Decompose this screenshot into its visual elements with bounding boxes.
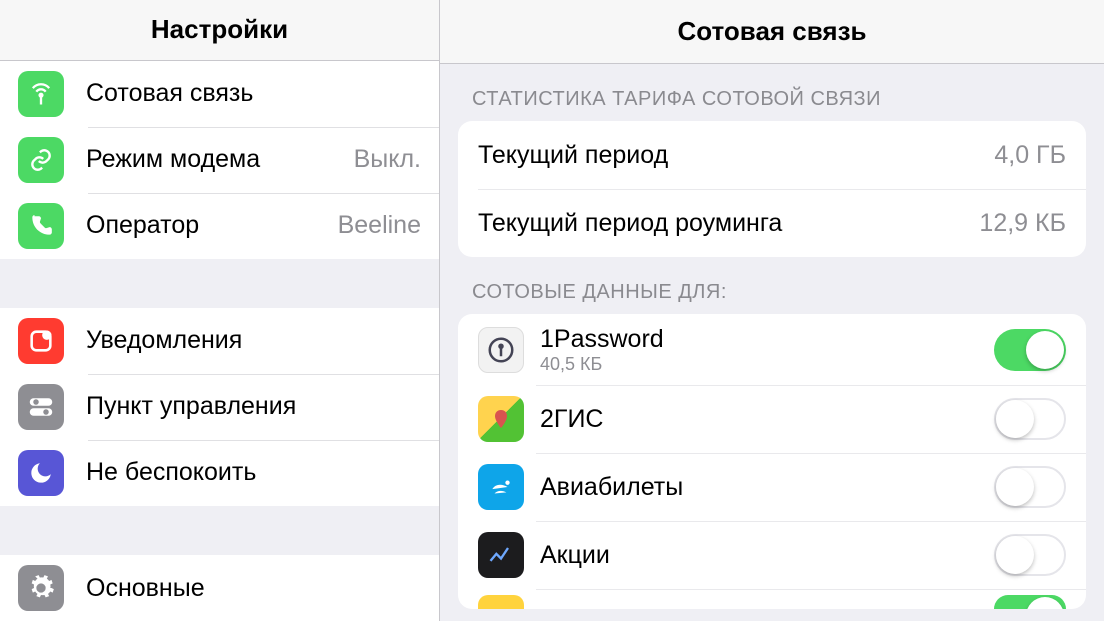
sidebar-item-label: Основные [86,574,421,603]
sidebar-group-network: Сотовая связь Режим модема Выкл. Операто… [0,61,439,259]
stat-value: 12,9 КБ [979,209,1066,238]
sidebar-item-cellular[interactable]: Сотовая связь [0,61,439,127]
app-row-flights: Авиабилеты [458,453,1086,521]
app-icon-partial [478,595,524,609]
detail-header: Сотовая связь [440,0,1104,64]
detail-title: Сотовая связь [678,16,867,47]
toggles-icon [18,384,64,430]
moon-icon [18,450,64,496]
sidebar-group-system: Уведомления Пункт управления Не беспокои… [0,308,439,506]
phone-icon [18,203,64,249]
sidebar-title: Настройки [151,14,288,45]
app-toggle-1password[interactable] [994,329,1066,371]
sidebar-item-value: Выкл. [354,145,421,174]
apps-section-header: СОТОВЫЕ ДАННЫЕ ДЛЯ: [440,257,1104,314]
app-usage: 40,5 КБ [540,354,994,375]
stat-current-period[interactable]: Текущий период 4,0 ГБ [458,121,1086,189]
app-name: Акции [540,540,994,570]
stat-value: 4,0 ГБ [994,141,1066,170]
sidebar-header: Настройки [0,0,439,61]
app-row-2gis: 2ГИС [458,385,1086,453]
stat-label: Текущий период роуминга [478,209,979,238]
app-toggle-2gis[interactable] [994,398,1066,440]
sidebar: Настройки Сотовая связь Режим модема Вык… [0,0,440,621]
app-name: 2ГИС [540,404,994,434]
sidebar-item-label: Не беспокоить [86,458,421,487]
notification-icon [18,318,64,364]
sidebar-item-notifications[interactable]: Уведомления [0,308,439,374]
app-toggle-flights[interactable] [994,466,1066,508]
app-row-partial [458,589,1086,609]
app-name: 1Password [540,324,994,354]
app-toggle-partial[interactable] [994,595,1066,609]
sidebar-item-value: Beeline [338,211,421,240]
sidebar-item-hotspot[interactable]: Режим модема Выкл. [0,127,439,193]
gear-icon [18,565,64,611]
apps-group: 1Password 40,5 КБ 2ГИС Авиабилеты [458,314,1086,609]
sidebar-item-control-center[interactable]: Пункт управления [0,374,439,440]
sidebar-item-label: Сотовая связь [86,79,421,108]
sidebar-group-general: Основные [0,555,439,621]
antenna-icon [18,71,64,117]
sidebar-item-label: Пункт управления [86,392,421,421]
app-icon-2gis [478,396,524,442]
app-row-1password: 1Password 40,5 КБ [458,314,1086,385]
app-name: Авиабилеты [540,472,994,502]
app-icon-stocks [478,532,524,578]
stat-roaming-period[interactable]: Текущий период роуминга 12,9 КБ [458,189,1086,257]
detail-panel: Сотовая связь СТАТИСТИКА ТАРИФА СОТОВОЙ … [440,0,1104,621]
app-icon-skyscanner [478,464,524,510]
sidebar-item-label: Режим модема [86,145,354,174]
app-toggle-stocks[interactable] [994,534,1066,576]
stat-label: Текущий период [478,141,994,170]
sidebar-item-dnd[interactable]: Не беспокоить [0,440,439,506]
stats-section-header: СТАТИСТИКА ТАРИФА СОТОВОЙ СВЯЗИ [440,64,1104,121]
sidebar-item-label: Уведомления [86,326,421,355]
sidebar-item-label: Оператор [86,211,338,240]
app-icon-1password [478,327,524,373]
app-row-stocks: Акции [458,521,1086,589]
sidebar-item-carrier[interactable]: Оператор Beeline [0,193,439,259]
stats-group: Текущий период 4,0 ГБ Текущий период роу… [458,121,1086,257]
sidebar-item-general[interactable]: Основные [0,555,439,621]
link-icon [18,137,64,183]
